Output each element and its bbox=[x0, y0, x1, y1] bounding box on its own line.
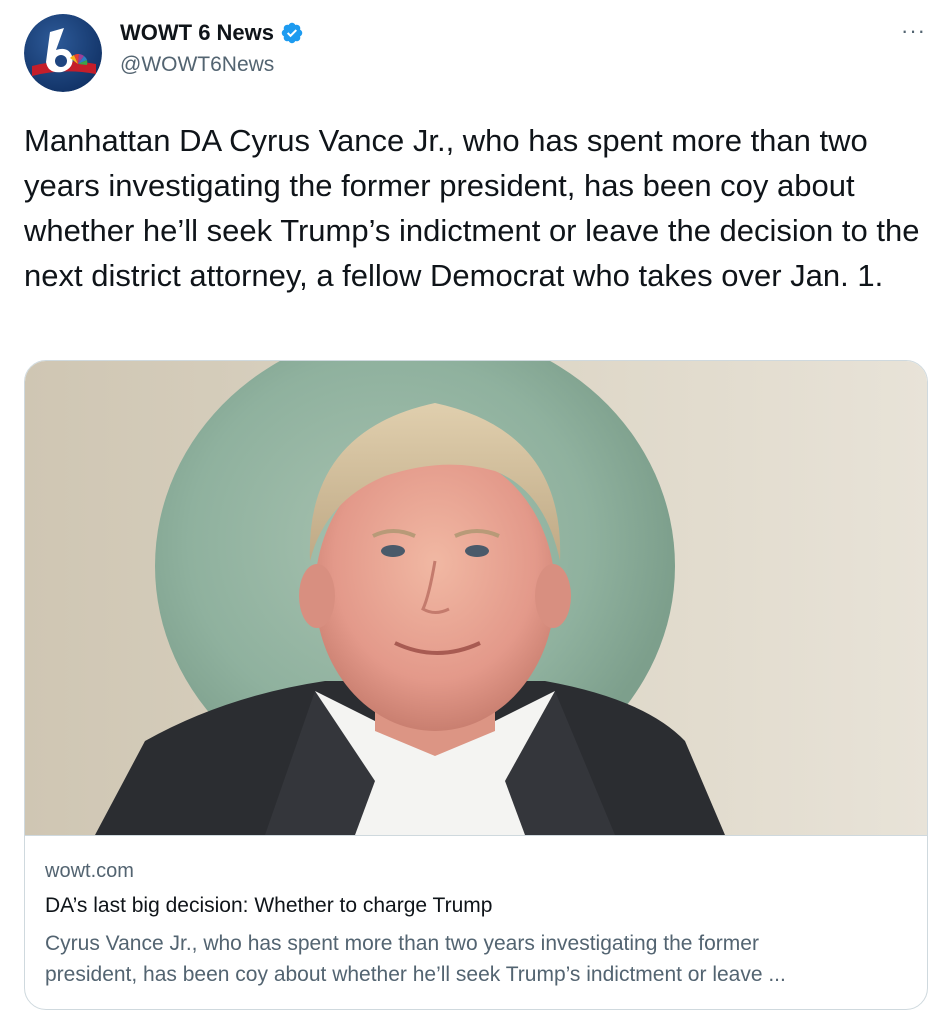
card-description: Cyrus Vance Jr., who has spent more than… bbox=[45, 928, 905, 990]
verified-badge-icon bbox=[281, 22, 303, 44]
link-card[interactable]: wowt.com DA’s last big decision: Whether… bbox=[24, 360, 928, 1010]
card-description-line: president, has been coy about whether he… bbox=[45, 963, 786, 986]
avatar[interactable] bbox=[24, 14, 102, 92]
more-horizontal-icon[interactable]: ··· bbox=[901, 18, 926, 44]
portrait-photo bbox=[25, 361, 927, 835]
wowt-6-nbc-logo-icon bbox=[24, 14, 102, 92]
card-title[interactable]: DA’s last big decision: Whether to charg… bbox=[45, 894, 492, 918]
card-description-line: Cyrus Vance Jr., who has spent more than… bbox=[45, 932, 759, 955]
card-domain: wowt.com bbox=[45, 860, 134, 882]
card-image[interactable] bbox=[25, 361, 927, 835]
tweet-text: Manhattan DA Cyrus Vance Jr., who has sp… bbox=[24, 123, 920, 293]
author-handle[interactable]: @WOWT6News bbox=[120, 53, 274, 77]
author-display-name[interactable]: WOWT 6 News bbox=[120, 20, 274, 46]
author-name-row: WOWT 6 News bbox=[120, 20, 304, 46]
card-meta: wowt.com DA’s last big decision: Whether… bbox=[25, 835, 927, 1009]
